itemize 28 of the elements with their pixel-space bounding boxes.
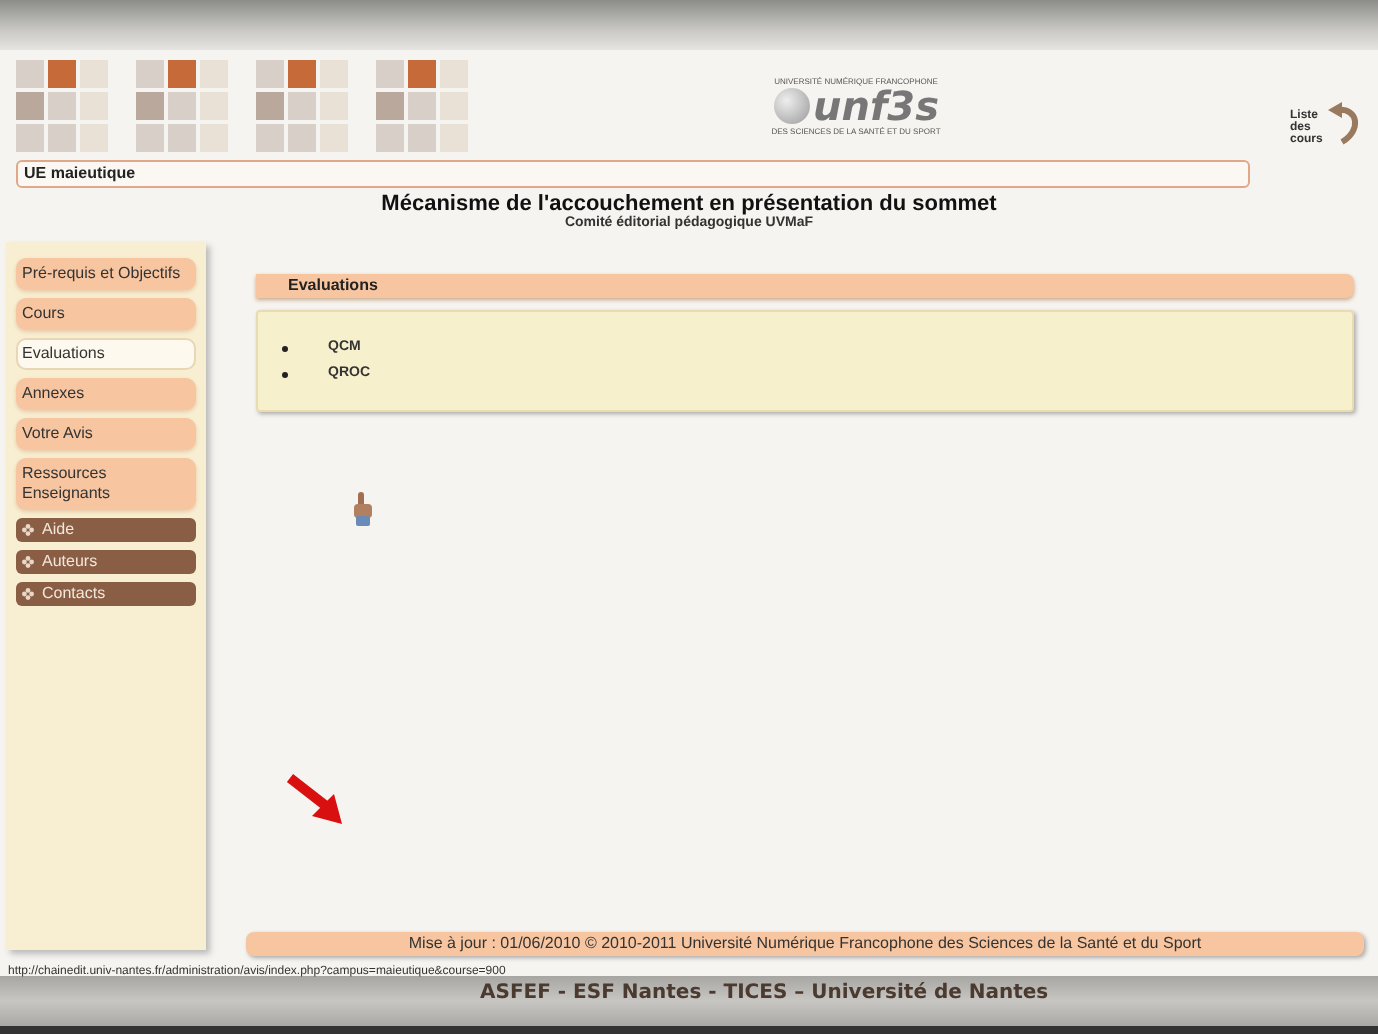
hand-cursor-icon: [350, 492, 374, 528]
caption-text: ASFEF - ESF Nantes - TICES – Université de Nantes: [478, 980, 1051, 1004]
photo-placeholder: [376, 59, 468, 151]
bullet-icon: [282, 345, 288, 351]
sidebar-menu-item[interactable]: Pré-requis et Objectifs: [16, 258, 196, 290]
sidebar-menu-item[interactable]: Annexes: [16, 378, 196, 410]
logo-name: unf3s: [813, 85, 939, 125]
flower-icon: [22, 556, 34, 568]
photo-placeholder: [136, 59, 228, 151]
section-header: Evaluations: [256, 274, 1354, 298]
flower-icon: [22, 524, 34, 536]
page-title: Mécanisme de l'accouchement en présentation du sommet: [381, 192, 997, 216]
sidebar-link[interactable]: Auteurs: [16, 550, 196, 574]
bullet-icon: [282, 371, 288, 377]
course-unit-bar: UE maieutique: [16, 160, 1250, 188]
sidebar-menu-item[interactable]: Ressources Enseignants: [16, 458, 196, 510]
photo-placeholder: [256, 59, 348, 151]
arrow-icon: [286, 774, 346, 826]
sidebar-menu-item[interactable]: Cours: [16, 298, 196, 330]
photo-placeholder: [16, 59, 108, 151]
globe-icon: [773, 87, 809, 123]
sidebar-link[interactable]: Contacts: [16, 582, 196, 606]
sidebar-link[interactable]: Aide: [16, 518, 196, 542]
sidebar-menu-item[interactable]: Evaluations: [16, 338, 196, 370]
flower-icon: [22, 588, 34, 600]
curved-arrow-icon[interactable]: [1326, 101, 1362, 145]
sidebar-menu-item[interactable]: Votre Avis: [16, 418, 196, 450]
footer-bar: Mise à jour : 01/06/2010 © 2010-2011 Université Numérique Francophone des Sciences de la Santé et du Sport: [246, 932, 1364, 956]
